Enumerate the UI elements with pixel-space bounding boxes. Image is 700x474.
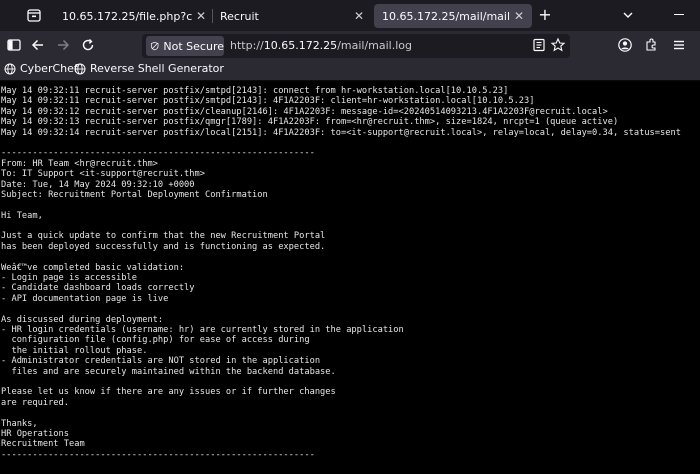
log-line: May 14 09:32:13 recruit-server postfix/q… (1, 117, 619, 128)
log-line: - Administrator credentials are NOT stor… (1, 356, 321, 367)
url-prefix: http:// (230, 39, 264, 52)
log-line: ----------------------------------------… (1, 449, 315, 460)
page-content: May 14 09:32:11 recruit-server postfix/s… (0, 82, 700, 474)
log-line: - Login page is accessible (1, 273, 137, 284)
tab-title: 10.65.172.25/mail/mail.log (382, 9, 510, 23)
log-line: Just a quick update to confirm that the … (1, 231, 326, 242)
tab-overview-icon[interactable] (26, 7, 42, 23)
log-line: ----------------------------------------… (1, 148, 315, 159)
chevron-down-icon[interactable] (621, 8, 635, 22)
log-line: files and are securely maintained within… (1, 366, 336, 377)
globe-icon (4, 63, 16, 74)
log-line: Weâ€™ve completed basic validation: (1, 262, 185, 273)
log-line: Recruitment Team (1, 439, 85, 450)
globe-icon (74, 63, 86, 74)
new-tab-button[interactable]: + (536, 6, 554, 24)
reader-view-icon[interactable] (531, 37, 547, 53)
log-line: the initial rollout phase. (1, 345, 148, 356)
bookmarks-toolbar: CyberChef Reverse Shell Generator (0, 59, 700, 81)
url-host: 10.65.172.25 (263, 39, 338, 52)
reload-icon[interactable] (80, 37, 96, 53)
forward-arrow-icon[interactable] (55, 37, 71, 53)
log-line: May 14 09:32:11 recruit-server postfix/s… (1, 96, 535, 107)
mail-log-text: May 14 09:32:11 recruit-server postfix/s… (0, 82, 700, 460)
close-icon[interactable]: ✕ (350, 7, 368, 25)
navigation-toolbar: Not Secure http://10.65.172.25/mail/mail… (0, 31, 700, 59)
url-text[interactable]: http://10.65.172.25/mail/mail.log (230, 39, 412, 52)
url-path: /mail/mail.log (337, 39, 413, 52)
minimize-window-icon[interactable] (674, 14, 684, 15)
bookmark-reverse-shell-generator[interactable]: Reverse Shell Generator (74, 62, 224, 75)
back-arrow-icon[interactable] (30, 37, 46, 53)
tab-mail-log[interactable]: 10.65.172.25/mail/mail.log ✕ (374, 4, 532, 28)
tab-strip: 10.65.172.25/file.php?cv=file ✕ Recruit … (0, 0, 700, 31)
close-icon[interactable]: ✕ (510, 7, 528, 25)
tab-file-php[interactable]: 10.65.172.25/file.php?cv=file ✕ (54, 4, 214, 28)
log-line: May 14 09:32:12 recruit-server postfix/c… (1, 106, 608, 117)
tab-title: Recruit (220, 9, 259, 23)
log-line: Thanks, (1, 418, 38, 429)
extensions-icon[interactable] (643, 37, 659, 53)
log-line: From: HR Team <hr@recruit.thm> (1, 158, 158, 169)
account-icon[interactable] (617, 37, 633, 53)
log-line: are required. (1, 397, 69, 408)
log-line: As discussed during deployment: (1, 314, 164, 325)
log-line: To: IT Support <it-support@recruit.thm> (1, 169, 205, 180)
log-line: May 14 09:32:11 recruit-server postfix/s… (1, 86, 509, 96)
log-line: HR Operations (1, 428, 69, 439)
security-label: Not Secure (163, 39, 224, 53)
log-line: Please let us know if there are any issu… (1, 387, 336, 398)
close-icon[interactable]: ✕ (192, 7, 210, 25)
bookmark-label: Reverse Shell Generator (90, 62, 224, 75)
log-line: Subject: Recruitment Portal Deployment C… (1, 189, 268, 200)
bookmark-star-icon[interactable] (550, 37, 566, 53)
log-line: configuration file (config.php) for ease… (1, 335, 310, 346)
log-line: Date: Tue, 14 May 2024 09:32:10 +0000 (1, 179, 195, 190)
log-line: - API documentation page is live (1, 293, 169, 304)
bookmark-label: CyberChef (20, 62, 78, 75)
log-line: has been deployed successfully and is fu… (1, 241, 326, 252)
log-line: Hi Team, (1, 210, 43, 221)
log-line: May 14 09:32:14 recruit-server postfix/l… (1, 127, 681, 138)
site-security-indicator[interactable]: Not Secure (146, 36, 224, 56)
log-line: - Candidate dashboard loads correctly (1, 283, 195, 294)
menu-hamburger-icon[interactable] (671, 37, 687, 53)
bookmark-cyberchef[interactable]: CyberChef (4, 62, 78, 75)
tab-title: 10.65.172.25/file.php?cv=file (62, 9, 192, 23)
sidebar-icon[interactable] (6, 37, 22, 53)
shield-warning-icon (150, 41, 159, 51)
address-bar[interactable]: Not Secure http://10.65.172.25/mail/mail… (142, 34, 570, 58)
tab-recruit[interactable]: Recruit ✕ (212, 4, 372, 28)
log-line: - HR login credentials (username: hr) ar… (1, 324, 404, 335)
